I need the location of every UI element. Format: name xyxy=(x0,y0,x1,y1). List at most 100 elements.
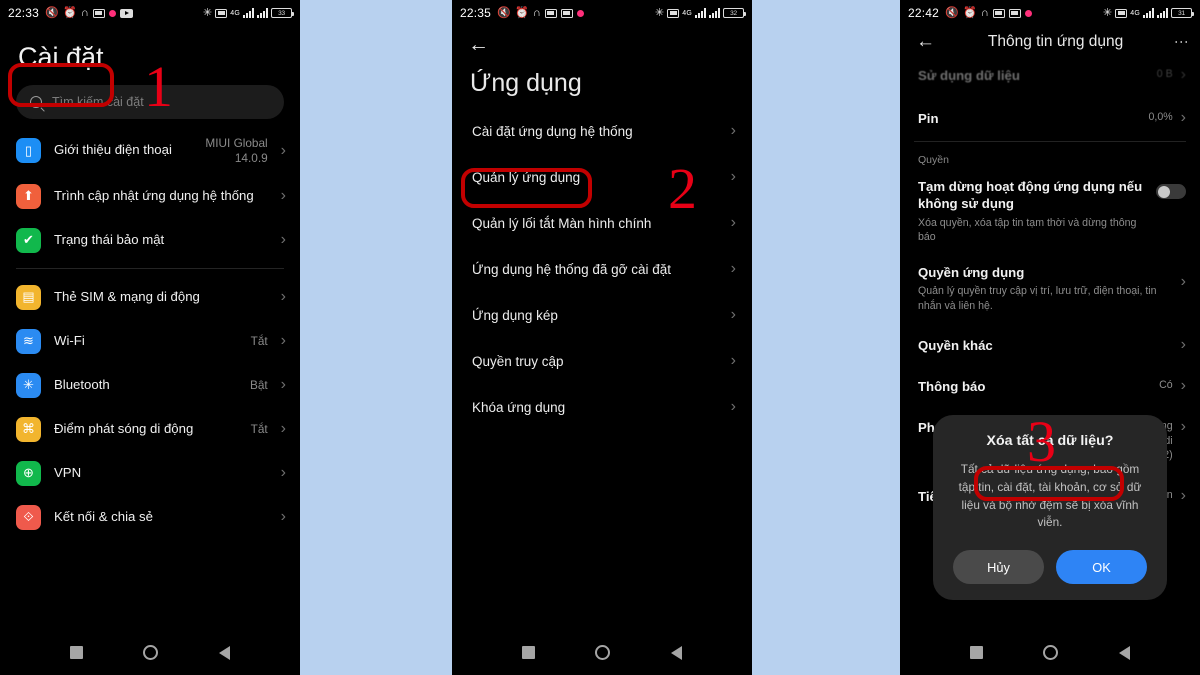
chevron-right-icon: › xyxy=(1180,377,1186,395)
signal-bars-sim1-icon xyxy=(243,8,254,18)
app-info-row-notifications[interactable]: Thông báo Có › xyxy=(900,364,1200,405)
chevron-right-icon: › xyxy=(280,508,286,526)
back-button[interactable] xyxy=(670,645,682,660)
app-info-row-label: Tạm dừng hoạt động ứng dụng nếu không sử… xyxy=(918,179,1143,212)
apps-item-manage-home-shortcuts[interactable]: Quản lý lối tắt Màn hình chính › xyxy=(452,200,752,246)
recents-button[interactable] xyxy=(522,646,536,659)
apps-item-label: Quyền truy cập xyxy=(472,353,564,369)
pink-dot-icon xyxy=(1024,9,1032,17)
settings-item-label: Wi-Fi xyxy=(54,333,85,349)
vpn-globe-icon: ⊕ xyxy=(16,460,41,486)
chevron-right-icon: › xyxy=(1180,66,1186,83)
navigation-bar xyxy=(900,630,1200,675)
headphones-icon: ∩ xyxy=(980,6,989,19)
settings-item-wifi[interactable]: ≋ Wi-Fi Tắt › xyxy=(0,319,300,363)
screenshot-stage: 22:33 🔇 ⏰ ∩ ✳ 4G 33 Cài đặt Tìm kiếm cài… xyxy=(0,0,1200,675)
apps-item-label: Quản lý ứng dụng xyxy=(472,169,581,185)
chevron-right-icon: › xyxy=(730,168,736,185)
settings-item-mobile-hotspot[interactable]: ⌘ Điểm phát sóng di động Tắt › xyxy=(0,407,300,451)
app-info-row-battery[interactable]: Pin 0,0% › xyxy=(900,94,1200,137)
app-info-row-other-permissions[interactable]: Quyền khác › xyxy=(900,323,1200,364)
home-button[interactable] xyxy=(143,645,159,660)
security-status-icon: ✔ xyxy=(16,227,41,253)
search-input[interactable]: Tìm kiếm cài đặt xyxy=(16,85,284,119)
settings-item-label: Bluetooth xyxy=(54,377,110,393)
mute-icon: 🔇 xyxy=(945,6,959,19)
settings-item-value: MIUI Global 14.0.9 xyxy=(205,136,268,165)
search-placeholder: Tìm kiếm cài đặt xyxy=(52,95,144,109)
dialog-title: Xóa tất cả dữ liệu? xyxy=(986,433,1114,450)
ok-button[interactable]: OK xyxy=(1056,550,1147,584)
app-info-row-data-usage[interactable]: Sử dụng dữ liệu 0 B › xyxy=(900,57,1200,94)
status-bar: 22:35 🔇 ⏰ ∩ ✳ 4G 32 xyxy=(452,0,752,26)
settings-item-label: Trình cập nhật ứng dụng hệ thống xyxy=(54,188,254,204)
home-button[interactable] xyxy=(595,645,611,660)
settings-item-value: Tắt xyxy=(250,334,268,349)
dialog-body: Tất cả dữ liệu ứng dụng, bao gồm tập tin… xyxy=(958,462,1142,530)
sim-card-icon: ▤ xyxy=(16,284,41,310)
apps-item-uninstalled-system-apps[interactable]: Ứng dụng hệ thống đã gỡ cài đặt › xyxy=(452,246,752,292)
status-bar: 22:33 🔇 ⏰ ∩ ✳ 4G 33 xyxy=(0,0,300,26)
cancel-button[interactable]: Hủy xyxy=(953,550,1044,584)
battery-icon: 32 xyxy=(723,8,746,18)
settings-item-sim-mobile-network[interactable]: ▤ Thẻ SIM & mạng di động › xyxy=(0,275,300,319)
settings-item-vpn[interactable]: ⊕ VPN › xyxy=(0,451,300,495)
page-title: Thông tin ứng dụng xyxy=(987,32,1124,50)
apps-item-system-app-settings[interactable]: Cài đặt ứng dụng hệ thống › xyxy=(452,108,752,154)
alarm-icon: ⏰ xyxy=(514,6,529,19)
status-bar-time: 22:35 xyxy=(460,6,492,20)
wifi-icon: ≋ xyxy=(16,328,41,354)
settings-item-security-status[interactable]: ✔ Trạng thái bảo mật › xyxy=(0,218,300,262)
alarm-icon: ⏰ xyxy=(62,6,77,19)
bluetooth-icon: ✳ xyxy=(202,6,213,19)
recents-button[interactable] xyxy=(970,646,984,659)
battery-icon: 31 xyxy=(1171,8,1194,18)
app-info-row-label: Quyền khác xyxy=(918,337,993,353)
apps-item-dual-apps[interactable]: Ứng dụng kép › xyxy=(452,292,752,338)
settings-scroll-area[interactable]: Cài đặt Tìm kiếm cài đặt ▯ Giới thiệu đi… xyxy=(0,26,300,630)
app-info-row-label: Quyền ứng dụng xyxy=(918,265,1025,281)
chevron-right-icon: › xyxy=(730,122,736,139)
app-info-row-app-permissions[interactable]: Quyền ứng dụng Quản lý quyền truy cập vị… xyxy=(900,254,1200,323)
message-icon xyxy=(992,8,1005,18)
chevron-right-icon: › xyxy=(280,376,286,394)
hotspot-icon: ⌘ xyxy=(16,416,41,442)
app-info-row-sub: Quản lý quyền truy cập vị trí, lưu trữ, … xyxy=(918,285,1157,312)
navigation-bar xyxy=(0,630,300,675)
settings-item-bluetooth[interactable]: ✳ Bluetooth Bật › xyxy=(0,363,300,407)
pause-unused-app-toggle[interactable] xyxy=(1156,184,1186,200)
app-info-row-value: 0,0% xyxy=(1148,111,1173,124)
back-arrow-icon[interactable]: ← xyxy=(452,26,489,55)
navigation-bar xyxy=(452,630,752,675)
settings-item-connection-sharing[interactable]: ⟐ Kết nối & chia sẻ › xyxy=(0,495,300,539)
apps-item-manage-apps[interactable]: Quản lý ứng dụng › xyxy=(452,154,752,200)
apps-item-app-lock[interactable]: Khóa ứng dụng › xyxy=(452,384,752,430)
section-divider xyxy=(914,141,1186,143)
network-type-label: 4G xyxy=(1130,9,1140,17)
chevron-right-icon: › xyxy=(730,306,736,323)
home-button[interactable] xyxy=(1043,645,1059,660)
chevron-right-icon: › xyxy=(280,464,286,482)
settings-item-about-phone[interactable]: ▯ Giới thiệu điện thoại MIUI Global 14.0… xyxy=(0,127,300,174)
settings-item-system-app-updater[interactable]: ⬆ Trình cập nhật ứng dụng hệ thống › xyxy=(0,174,300,218)
message-icon xyxy=(92,8,105,18)
mute-icon: 🔇 xyxy=(45,6,59,19)
network-type-label: 4G xyxy=(230,9,240,17)
bluetooth-icon: ✳ xyxy=(1102,6,1113,19)
pink-dot-icon xyxy=(108,9,116,17)
apps-item-label: Khóa ứng dụng xyxy=(472,399,566,415)
chevron-right-icon: › xyxy=(730,260,736,277)
chevron-right-icon: › xyxy=(280,288,286,306)
back-button[interactable] xyxy=(1118,645,1130,660)
apps-scroll-area[interactable]: ← Ứng dụng Cài đặt ứng dụng hệ thống › Q… xyxy=(452,26,752,630)
app-info-row-pause-unused-app[interactable]: Tạm dừng hoạt động ứng dụng nếu không sử… xyxy=(900,168,1200,254)
chevron-right-icon: › xyxy=(280,420,286,438)
overflow-menu-icon[interactable]: ⋮ xyxy=(1174,35,1190,49)
dialog-actions: Hủy OK xyxy=(953,550,1147,584)
apps-item-permissions[interactable]: Quyền truy cập › xyxy=(452,338,752,384)
back-arrow-icon[interactable]: ← xyxy=(916,32,935,51)
signal-bars-sim2-icon xyxy=(1157,8,1168,18)
back-button[interactable] xyxy=(218,645,230,660)
recents-button[interactable] xyxy=(70,646,84,659)
settings-item-label: VPN xyxy=(54,465,82,481)
